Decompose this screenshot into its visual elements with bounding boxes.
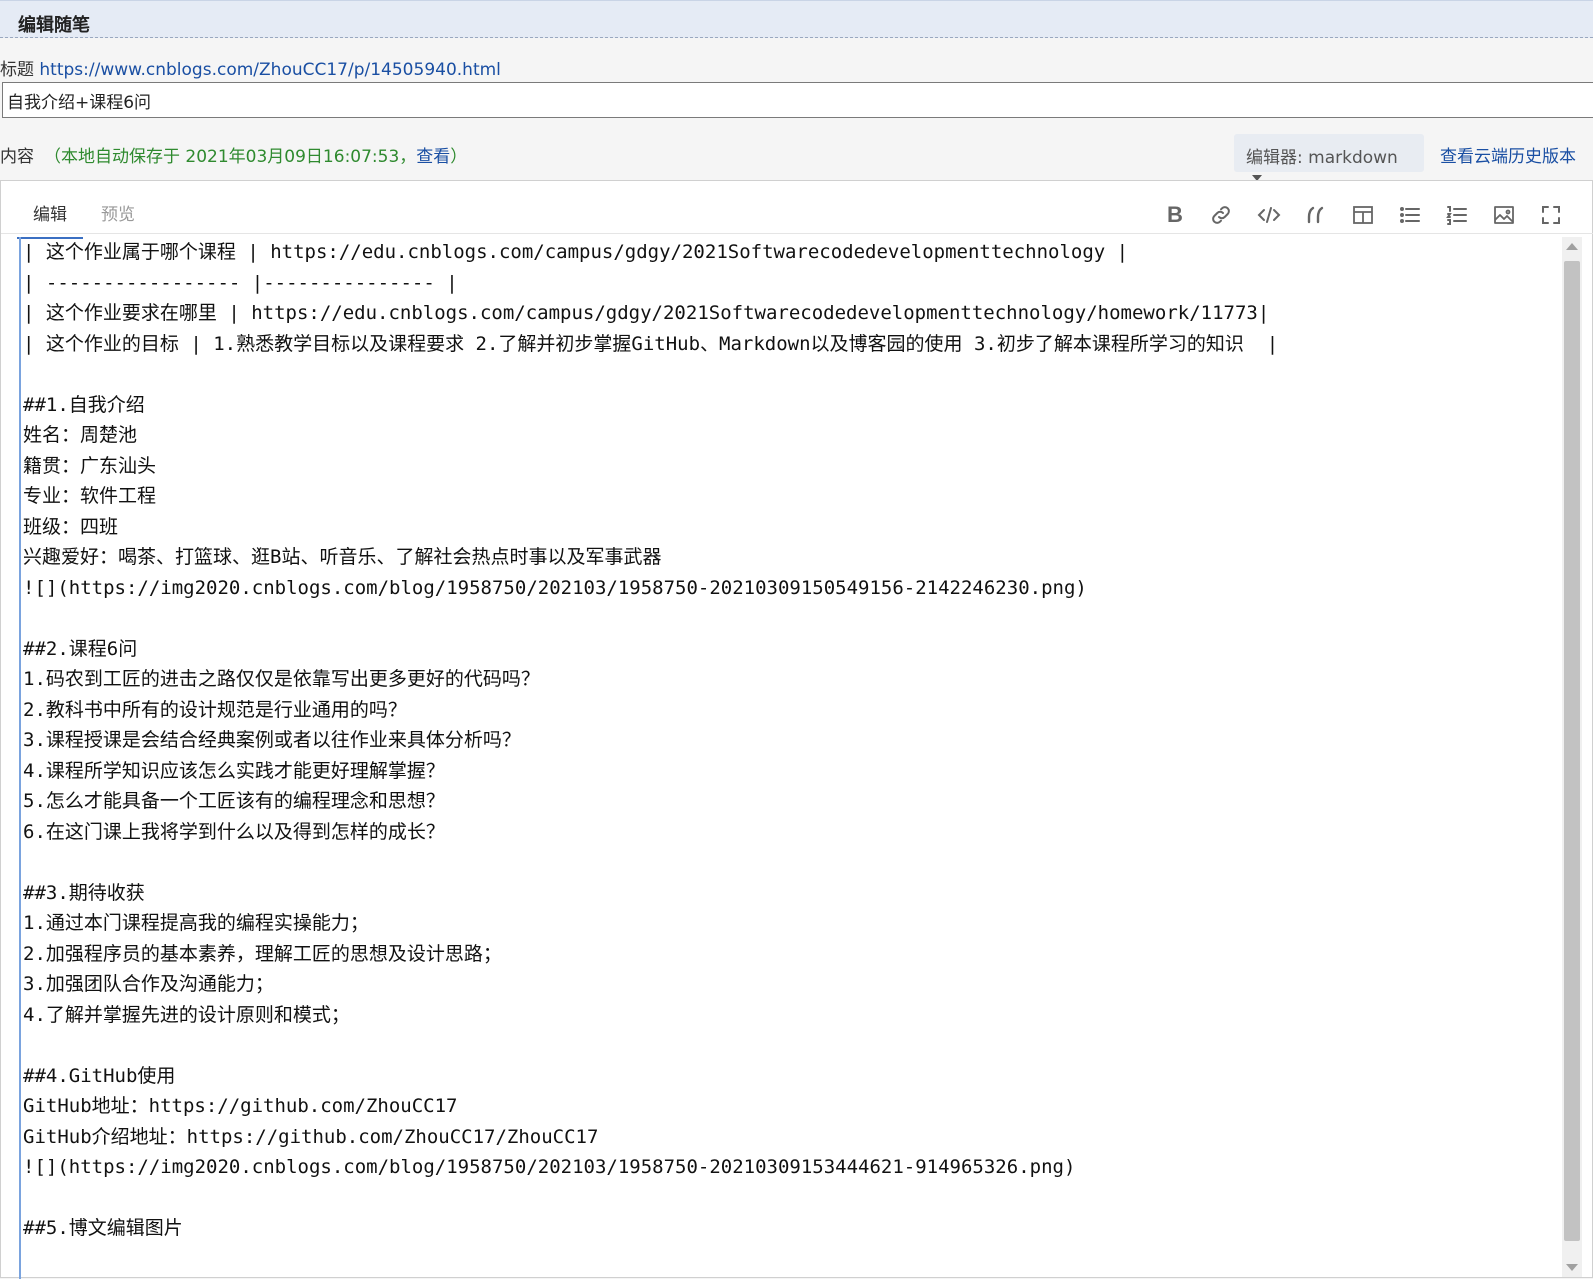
ordered-list-button[interactable] [1443, 201, 1471, 229]
code-line: 3.课程授课是会结合经典案例或者以往作业来具体分析吗？ [23, 729, 521, 751]
content-row: 内容 （本地自动保存于 2021年03月09日16:07:53，查看） [0, 142, 467, 167]
code-line: 2.教科书中所有的设计规范是行业通用的吗？ [23, 698, 407, 721]
markdown-editor: 编辑 预览 B | 这个作业属于哪个课程 | https://edu.cnblo… [0, 180, 1593, 1279]
image-icon [1494, 206, 1514, 224]
unordered-list-icon [1400, 207, 1420, 223]
page-title: 编辑随笔 [18, 15, 90, 36]
image-button[interactable] [1490, 201, 1518, 229]
autosave-view-link[interactable]: 查看 [416, 147, 450, 167]
content-label: 内容 [0, 147, 34, 167]
header-bar: 编辑随笔 [0, 0, 1593, 38]
quote-button[interactable] [1302, 201, 1330, 229]
scroll-thumb[interactable] [1564, 261, 1580, 1241]
cloud-history-link[interactable]: 查看云端历史版本 [1440, 142, 1576, 167]
markdown-textarea[interactable]: | 这个作业属于哪个课程 | https://edu.cnblogs.com/c… [19, 237, 1541, 1279]
code-line: ##4.GitHub使用 [23, 1064, 176, 1087]
code-line: 专业：软件工程 [23, 485, 157, 507]
code-line: 4.了解并掌握先进的设计原则和模式； [23, 1003, 350, 1026]
link-button[interactable] [1207, 201, 1235, 229]
table-button[interactable] [1349, 201, 1377, 229]
code-line: 班级：四班 [23, 515, 119, 538]
link-icon [1212, 206, 1230, 224]
ordered-list-icon [1446, 206, 1467, 225]
title-input[interactable] [2, 82, 1593, 118]
autosave-text: （本地自动保存于 2021年03月09日16:07:53， [44, 147, 417, 167]
code-line: | 这个作业的目标 | 1.熟悉教学目标以及课程要求 2.了解并初步掌握GitH… [23, 332, 1279, 355]
bold-button[interactable]: B [1161, 201, 1189, 229]
code-line: ##5.博文编辑图片 [23, 1217, 183, 1239]
code-line: 4.课程所学知识应该怎么实践才能更好理解掌握？ [23, 759, 445, 782]
table-icon [1353, 206, 1373, 224]
code-line: ##2.课程6问 [23, 637, 138, 660]
quote-icon [1307, 206, 1324, 224]
code-line: GitHub介绍地址：https://github.com/ZhouCC17/Z… [23, 1125, 599, 1148]
code-button[interactable] [1255, 201, 1283, 229]
code-line: 姓名：周楚池 [23, 424, 138, 446]
title-label: 标题 [0, 60, 34, 80]
code-line: 3.加强团队合作及沟通能力； [23, 973, 274, 995]
bold-icon: B [1167, 202, 1183, 227]
title-row: 标题 https://www.cnblogs.com/ZhouCC17/p/14… [0, 55, 501, 80]
code-line: ![](https://img2020.cnblogs.com/blog/195… [23, 576, 1087, 599]
code-icon [1257, 207, 1281, 223]
unordered-list-button[interactable] [1396, 201, 1424, 229]
post-url-link[interactable]: https://www.cnblogs.com/ZhouCC17/p/14505… [39, 60, 500, 80]
code-line: 6.在这门课上我将学到什么以及得到怎样的成长？ [23, 820, 445, 843]
code-line: 兴趣爱好：喝茶、打篮球、逛B站、听音乐、了解社会热点时事以及军事武器 [23, 546, 662, 568]
scroll-down-icon[interactable] [1566, 1264, 1578, 1271]
editor-type-dropdown[interactable]: 编辑器: markdown [1234, 134, 1424, 181]
code-line: | ----------------- |--------------- | [23, 271, 458, 294]
code-line: 1.通过本门课程提高我的编程实操能力； [23, 912, 369, 934]
scroll-up-icon[interactable] [1566, 243, 1578, 250]
code-line: 5.怎么才能具备一个工匠该有的编程理念和思想？ [23, 790, 445, 812]
tabs-divider [1, 233, 1593, 234]
code-line: ##3.期待收获 [23, 881, 145, 904]
code-line: GitHub地址：https://github.com/ZhouCC17 [23, 1095, 458, 1117]
editor-type-label: 编辑器: markdown [1246, 148, 1398, 168]
code-line: 2.加强程序员的基本素养，理解工匠的思想及设计思路； [23, 942, 502, 965]
code-line: | 这个作业属于哪个课程 | https://edu.cnblogs.com/c… [23, 241, 1129, 263]
autosave-status: （本地自动保存于 2021年03月09日16:07:53，查看） [44, 147, 467, 167]
tab-preview[interactable]: 预览 [101, 200, 135, 237]
fullscreen-button[interactable] [1537, 201, 1565, 229]
code-line: 1.码农到工匠的进击之路仅仅是依靠写出更多更好的代码吗？ [23, 668, 540, 690]
code-line: 籍贯：广东汕头 [23, 454, 157, 477]
code-line: ![](https://img2020.cnblogs.com/blog/195… [23, 1156, 1076, 1178]
autosave-suffix: ） [450, 147, 468, 167]
code-line: | 这个作业要求在哪里 | https://edu.cnblogs.com/ca… [23, 302, 1270, 324]
vertical-scrollbar[interactable] [1562, 237, 1582, 1277]
code-line: ##1.自我介绍 [23, 393, 145, 416]
fullscreen-icon [1542, 206, 1560, 224]
